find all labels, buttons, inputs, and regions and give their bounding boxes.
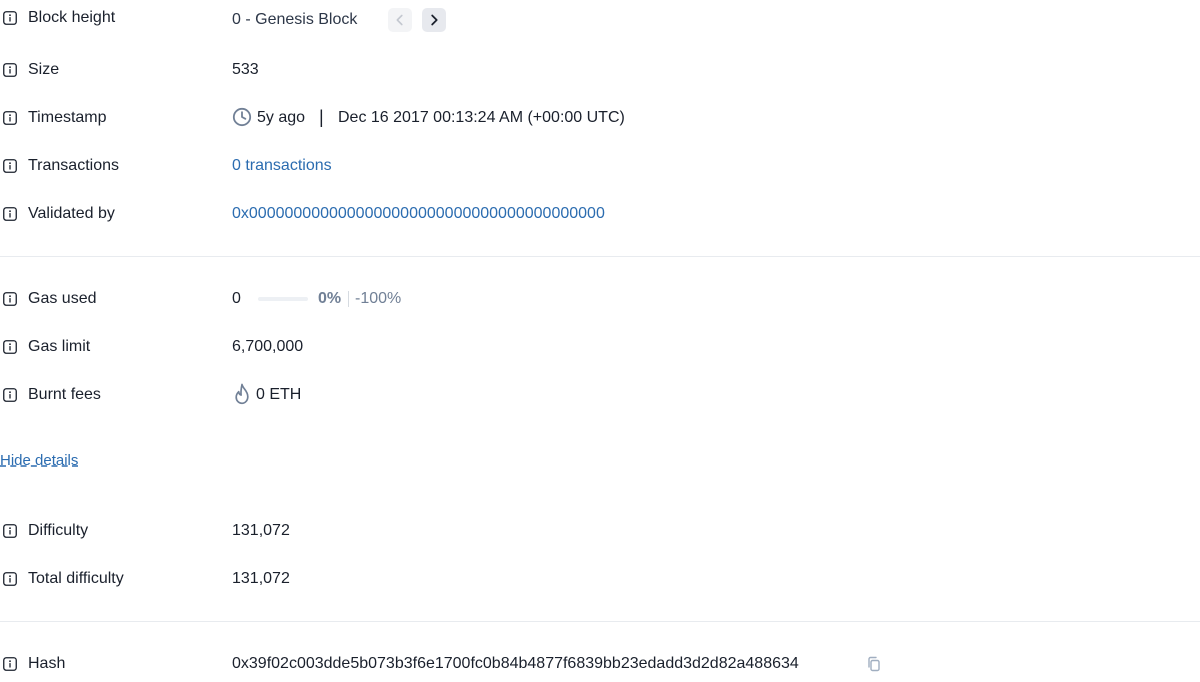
- info-icon[interactable]: [3, 572, 17, 586]
- transactions-link[interactable]: 0 transactions: [232, 157, 332, 175]
- info-icon[interactable]: [3, 159, 17, 173]
- row-gas-limit: Gas limit 6,700,000: [0, 335, 1200, 359]
- next-block-button[interactable]: [422, 8, 446, 32]
- row-hash: Hash 0x39f02c003dde5b073b3f6e1700fc0b84b…: [0, 652, 1200, 676]
- copy-icon[interactable]: [866, 656, 882, 672]
- info-icon[interactable]: [3, 340, 17, 354]
- gas-used-label: Gas used: [28, 290, 97, 307]
- flame-icon: [235, 383, 249, 405]
- row-validated-by: Validated by 0x0000000000000000000000000…: [0, 202, 1200, 226]
- difficulty-value: 131,072: [232, 522, 290, 539]
- gas-target-diff: -100%: [355, 290, 402, 307]
- info-icon[interactable]: [3, 388, 17, 402]
- gas-separator: [348, 291, 349, 307]
- row-transactions: Transactions 0 transactions: [0, 154, 1200, 178]
- block-height-value: 0 - Genesis Block: [232, 11, 358, 28]
- row-difficulty: Difficulty 131,072: [0, 519, 1200, 543]
- transactions-label: Transactions: [28, 157, 119, 174]
- total-difficulty-value: 131,072: [232, 570, 290, 587]
- hash-label: Hash: [28, 655, 66, 672]
- timestamp-absolute: Dec 16 2017 00:13:24 AM (+00:00 UTC): [338, 109, 625, 126]
- row-timestamp: Timestamp 5y ago | Dec 16 2017 00:13:24 …: [0, 106, 1200, 130]
- chevron-right-icon: [431, 14, 438, 26]
- timestamp-separator: |: [319, 107, 324, 127]
- gas-used-percent: 0%: [318, 290, 342, 307]
- divider: [0, 256, 1200, 257]
- validator-address-link[interactable]: 0x00000000000000000000000000000000000000…: [232, 205, 605, 223]
- hash-value: 0x39f02c003dde5b073b3f6e1700fc0b84b4877f…: [232, 655, 799, 672]
- row-total-difficulty: Total difficulty 131,072: [0, 567, 1200, 591]
- gas-limit-value: 6,700,000: [232, 338, 304, 355]
- burnt-fees-value: 0 ETH: [256, 386, 302, 403]
- chevron-left-icon: [396, 14, 403, 26]
- size-value: 533: [232, 61, 259, 78]
- validated-by-label: Validated by: [28, 205, 115, 222]
- row-size: Size 533: [0, 58, 1200, 82]
- timestamp-label: Timestamp: [28, 109, 107, 126]
- row-block-height: Block height 0 - Genesis Block: [0, 6, 1200, 32]
- info-icon[interactable]: [3, 11, 17, 25]
- burnt-fees-label: Burnt fees: [28, 386, 101, 403]
- info-icon[interactable]: [3, 524, 17, 538]
- info-icon[interactable]: [3, 63, 17, 77]
- prev-block-button[interactable]: [388, 8, 412, 32]
- size-label: Size: [28, 61, 60, 78]
- timestamp-relative: 5y ago: [257, 109, 306, 126]
- divider: [0, 621, 1200, 622]
- hide-details-link[interactable]: Hide details: [0, 452, 78, 469]
- total-difficulty-label: Total difficulty: [28, 570, 124, 587]
- row-gas-used: Gas used 0 0% -100%: [0, 287, 1200, 311]
- gas-used-value: 0: [232, 290, 241, 307]
- info-icon[interactable]: [3, 111, 17, 125]
- clock-icon: [232, 107, 252, 127]
- gas-limit-label: Gas limit: [28, 338, 91, 355]
- row-burnt-fees: Burnt fees 0 ETH: [0, 383, 1200, 407]
- block-height-label: Block height: [28, 9, 116, 26]
- info-icon[interactable]: [3, 207, 17, 221]
- difficulty-label: Difficulty: [28, 522, 89, 539]
- info-icon[interactable]: [3, 657, 17, 671]
- gas-usage-bar: [258, 297, 308, 301]
- info-icon[interactable]: [3, 292, 17, 306]
